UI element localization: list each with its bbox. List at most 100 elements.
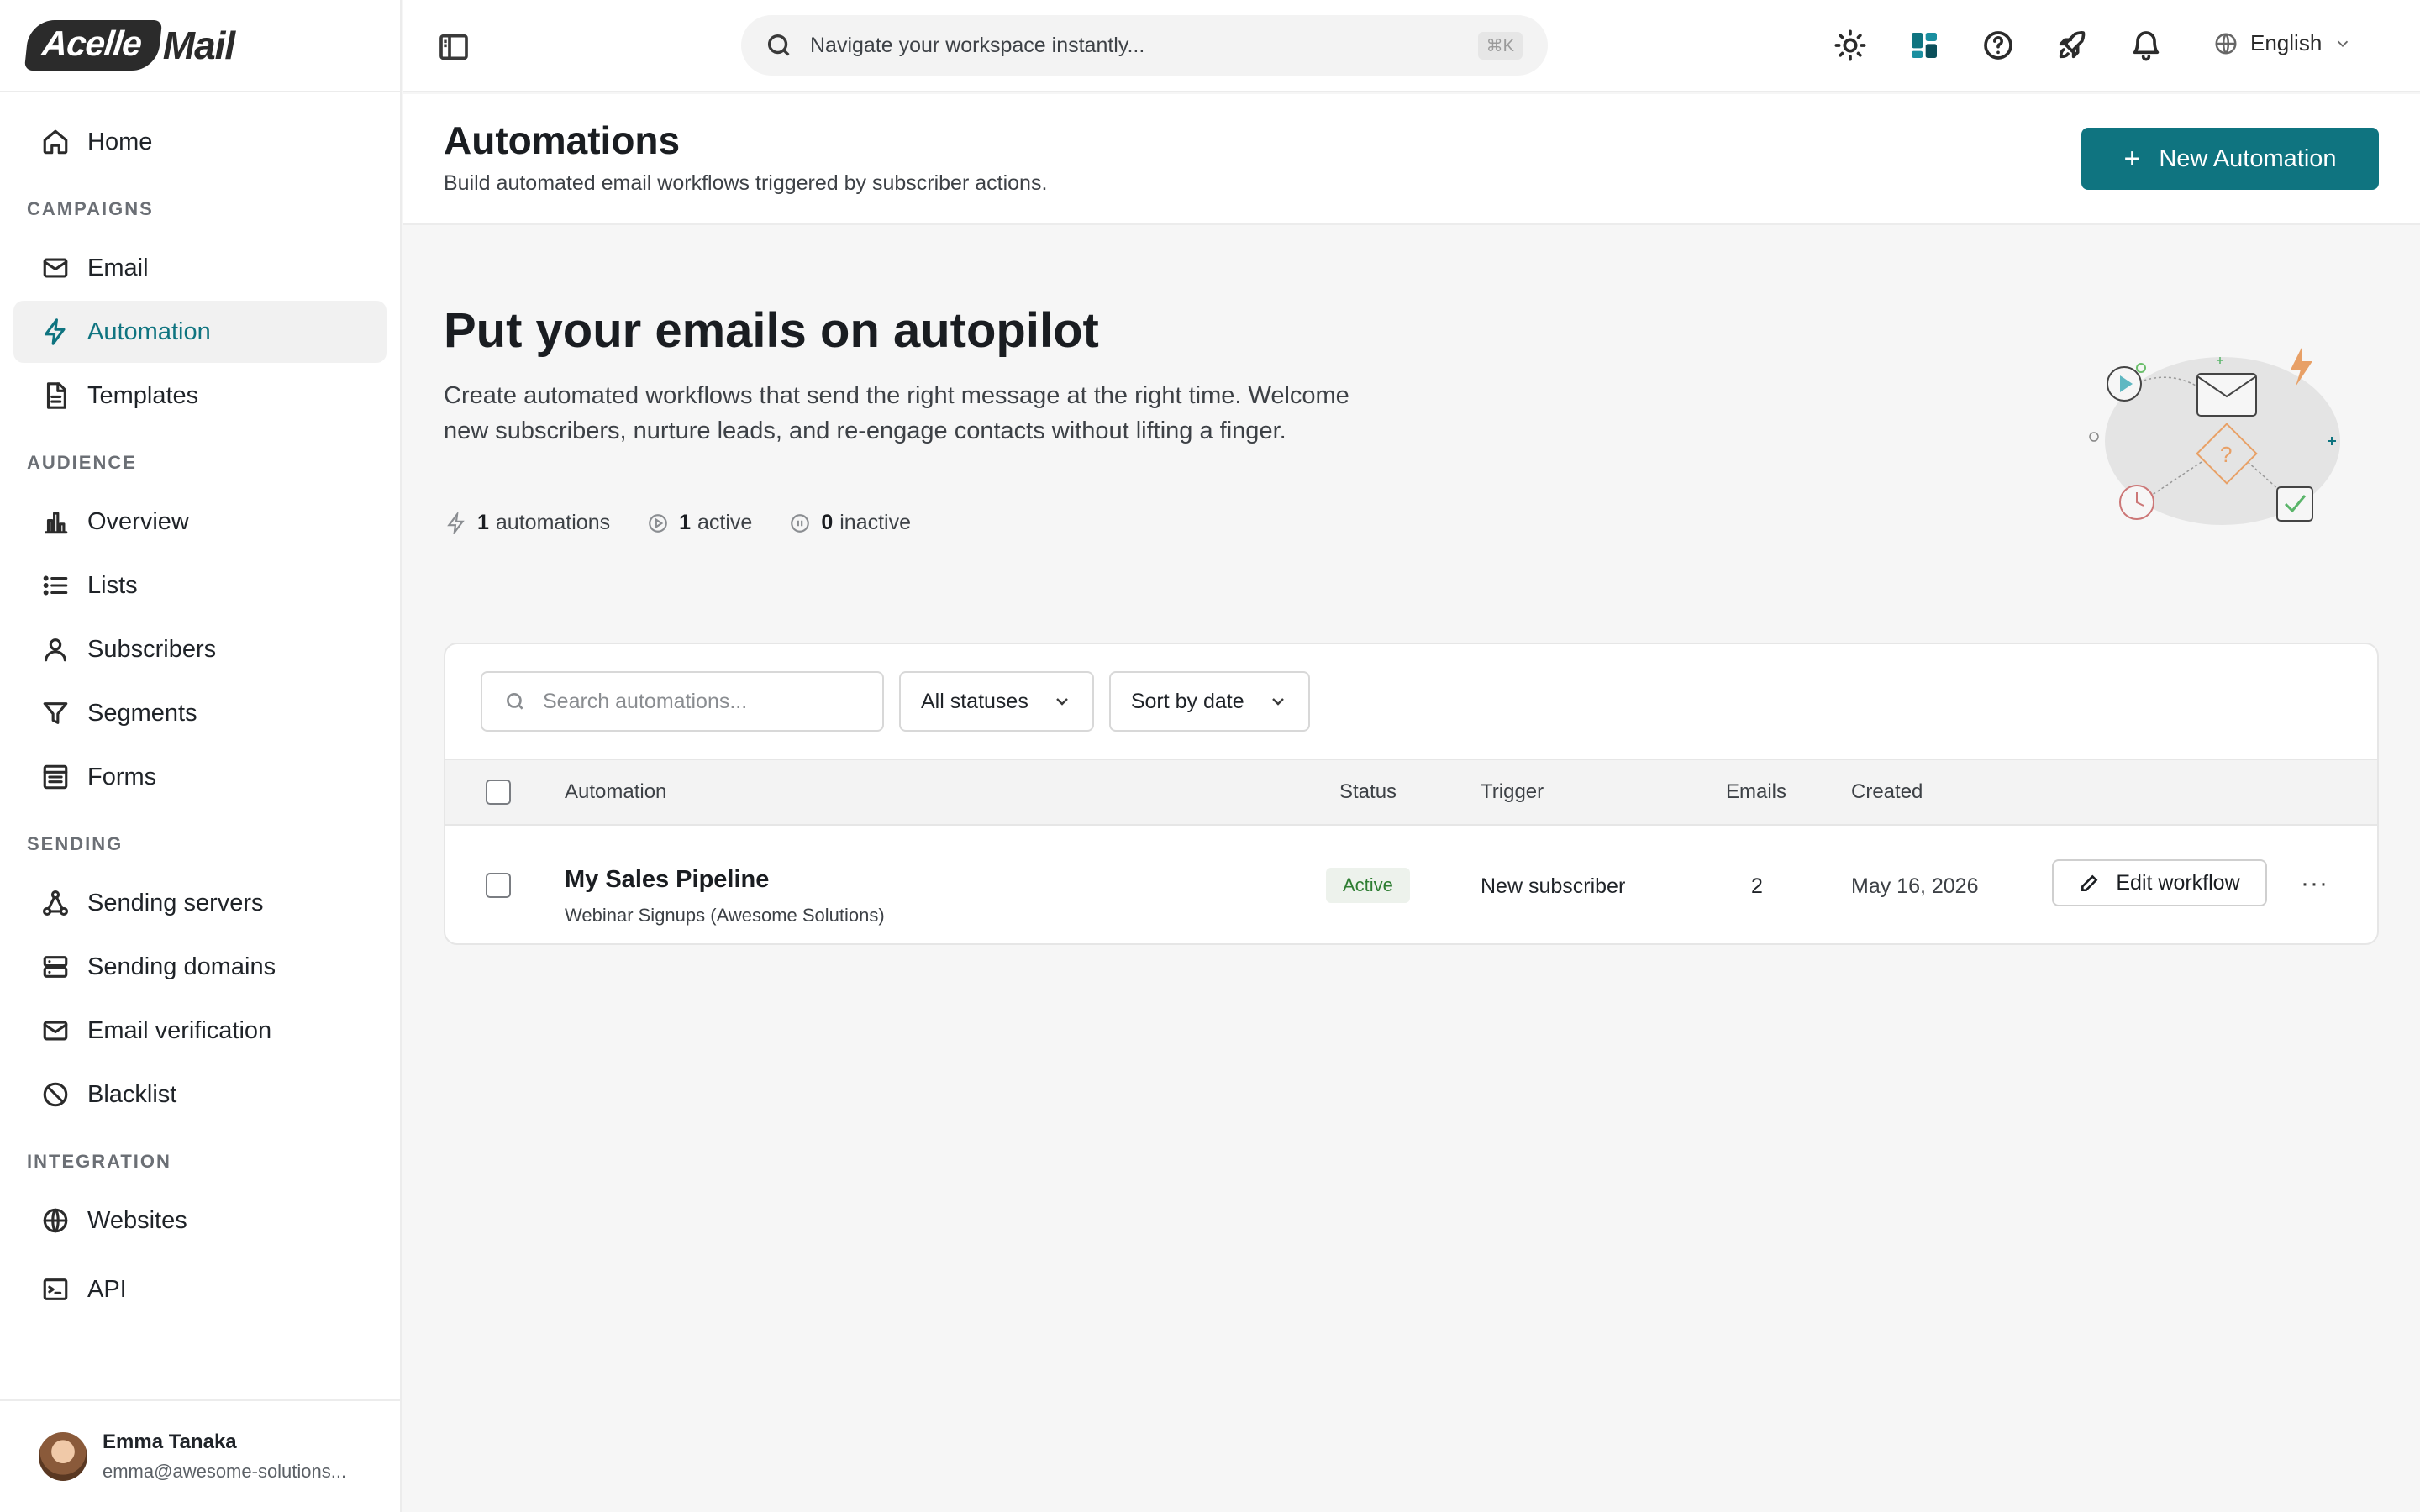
page-title: Automations bbox=[444, 118, 681, 162]
sidebar-item-label: Automation bbox=[87, 318, 211, 345]
chevron-down-icon bbox=[2338, 40, 2349, 47]
sort-select[interactable]: Sort by date bbox=[1108, 671, 1310, 732]
plus-icon: + bbox=[2123, 142, 2141, 175]
user-name: Emma Tanaka bbox=[103, 1431, 237, 1453]
server-icon bbox=[40, 952, 71, 982]
play-circle-icon bbox=[649, 513, 667, 533]
sidebar-item-sending-servers[interactable]: Sending servers bbox=[13, 872, 387, 934]
stat-active-label: active bbox=[697, 511, 753, 534]
sidebar-item-api[interactable]: API bbox=[13, 1258, 387, 1320]
automation-search-placeholder: Search automations... bbox=[543, 689, 748, 713]
status-badge: Active bbox=[1326, 868, 1410, 903]
automations-table-card: Search automations... All statuses Sort … bbox=[444, 643, 2379, 945]
sidebar-item-email[interactable]: Email bbox=[13, 237, 387, 299]
sidebar-item-label: Blacklist bbox=[87, 1080, 177, 1108]
stat-total-label: automations bbox=[495, 511, 611, 534]
home-icon bbox=[40, 127, 71, 157]
sidebar-item-templates[interactable]: Templates bbox=[13, 365, 387, 427]
user-icon bbox=[40, 634, 71, 664]
sidebar-item-label: Templates bbox=[87, 381, 199, 409]
sidebar-item-label: Subscribers bbox=[87, 635, 217, 663]
stat-inactive-count: 0 bbox=[821, 511, 834, 534]
avatar bbox=[39, 1432, 87, 1481]
sidebar-item-lists[interactable]: Lists bbox=[13, 554, 387, 617]
app-grid-icon bbox=[1912, 33, 1937, 58]
sidebar-item-forms[interactable]: Forms bbox=[13, 746, 387, 808]
edit-workflow-button[interactable]: Edit workflow bbox=[2052, 859, 2267, 906]
bar-chart-icon bbox=[40, 507, 71, 537]
globe-icon bbox=[2215, 33, 2237, 54]
launch-button[interactable] bbox=[2052, 25, 2092, 66]
column-status[interactable]: Status bbox=[1339, 780, 1397, 804]
logo-area: Acelle Mail bbox=[0, 0, 400, 92]
stat-total: 1 automations bbox=[445, 511, 610, 535]
pencil-icon bbox=[2081, 874, 2098, 891]
status-filter-value: All statuses bbox=[921, 689, 1028, 713]
sidebar-toggle-button[interactable] bbox=[437, 30, 471, 64]
search-placeholder: Navigate your workspace instantly... bbox=[810, 33, 1145, 57]
section-campaigns: CAMPAIGNS bbox=[27, 198, 154, 219]
brand-logo[interactable]: Acelle Mail bbox=[24, 20, 235, 71]
sidebar-item-home[interactable]: Home bbox=[13, 111, 387, 173]
table-header: Automation Status Trigger Emails Created bbox=[445, 759, 2377, 826]
chevron-down-icon bbox=[1271, 698, 1284, 706]
logo-text-left: Acelle bbox=[24, 20, 162, 71]
status-filter-select[interactable]: All statuses bbox=[899, 671, 1094, 732]
sidebar-item-blacklist[interactable]: Blacklist bbox=[13, 1063, 387, 1126]
ban-icon bbox=[40, 1079, 71, 1110]
edit-workflow-label: Edit workflow bbox=[2116, 870, 2240, 895]
help-button[interactable] bbox=[1978, 25, 2018, 66]
emails-cell: 2 bbox=[1751, 874, 1763, 898]
sidebar-item-email-verification[interactable]: Email verification bbox=[13, 1000, 387, 1062]
automation-search-input[interactable]: Search automations... bbox=[481, 671, 884, 732]
sidebar-item-label: Sending servers bbox=[87, 889, 264, 916]
sidebar-item-automation[interactable]: Automation bbox=[13, 301, 387, 363]
select-all-checkbox[interactable] bbox=[486, 780, 511, 805]
stat-inactive: 0 inactive bbox=[789, 511, 911, 535]
lightning-icon bbox=[40, 317, 71, 347]
trigger-cell: New subscriber bbox=[1481, 874, 1626, 898]
hero-description: Create automated workflows that send the… bbox=[444, 382, 1349, 444]
topbar: Navigate your workspace instantly... ⌘K … bbox=[403, 0, 2420, 92]
row-checkbox[interactable] bbox=[486, 873, 511, 898]
sun-icon bbox=[1834, 29, 1866, 61]
filter-bar: Search automations... All statuses Sort … bbox=[481, 671, 1325, 732]
sidebar-item-label: Lists bbox=[87, 571, 138, 599]
sidebar-item-label: Websites bbox=[87, 1206, 187, 1234]
workflow-illustration: ? bbox=[2089, 346, 2340, 525]
sidebar-item-subscribers[interactable]: Subscribers bbox=[13, 618, 387, 680]
user-email: emma@awesome-solutions... bbox=[103, 1461, 347, 1482]
lightning-icon bbox=[447, 512, 465, 534]
logo-text-right: Mail bbox=[162, 24, 235, 67]
new-automation-button[interactable]: + New Automation bbox=[2081, 128, 2379, 190]
column-emails[interactable]: Emails bbox=[1726, 780, 1786, 804]
notifications-button[interactable] bbox=[2126, 25, 2166, 66]
sidebar-item-label: Email verification bbox=[87, 1016, 272, 1044]
section-sending: SENDING bbox=[27, 833, 124, 854]
sidebar-nav: Home CAMPAIGNS Email Automation Template… bbox=[0, 92, 400, 1320]
created-cell: May 16, 2026 bbox=[1851, 874, 1979, 898]
language-selector[interactable]: English bbox=[2213, 30, 2352, 56]
sidebar-item-segments[interactable]: Segments bbox=[13, 682, 387, 744]
rocket-icon bbox=[2059, 31, 2086, 59]
document-icon bbox=[40, 381, 71, 411]
page-header: Automations Build automated email workfl… bbox=[403, 94, 2420, 225]
apps-button[interactable] bbox=[1904, 25, 1944, 66]
theme-toggle-button[interactable] bbox=[1830, 25, 1870, 66]
sidebar-item-sending-domains[interactable]: Sending domains bbox=[13, 936, 387, 998]
more-actions-button[interactable]: ··· bbox=[2301, 869, 2328, 898]
mail-check-icon bbox=[40, 1016, 71, 1046]
automation-name-link[interactable]: My Sales Pipeline bbox=[565, 866, 769, 894]
global-search-input[interactable]: Navigate your workspace instantly... ⌘K bbox=[741, 15, 1548, 76]
sidebar-item-label: API bbox=[87, 1275, 127, 1303]
user-profile[interactable]: Emma Tanaka emma@awesome-solutions... bbox=[0, 1399, 400, 1512]
column-created[interactable]: Created bbox=[1851, 780, 1923, 804]
help-circle-icon bbox=[1984, 31, 2012, 60]
column-automation[interactable]: Automation bbox=[565, 780, 666, 804]
sidebar-item-overview[interactable]: Overview bbox=[13, 491, 387, 553]
chevron-down-icon bbox=[1055, 698, 1068, 706]
sidebar-item-websites[interactable]: Websites bbox=[13, 1189, 387, 1252]
form-icon bbox=[40, 762, 71, 792]
column-trigger[interactable]: Trigger bbox=[1481, 780, 1544, 804]
new-automation-label: New Automation bbox=[2159, 144, 2337, 172]
